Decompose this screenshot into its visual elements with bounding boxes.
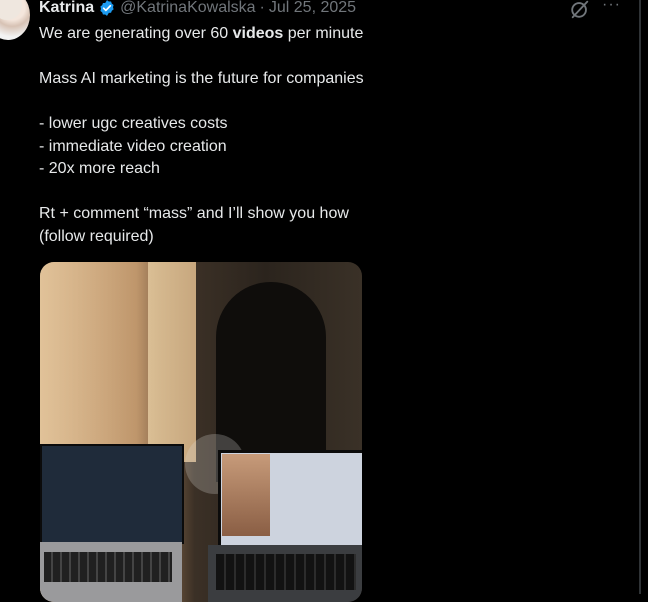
text-line-2: Mass AI marketing is the future for comp… bbox=[39, 70, 364, 87]
text-line-4: - immediate video creation bbox=[39, 137, 227, 155]
text-line-7: (follow required) bbox=[39, 227, 154, 245]
text-line-6: Rt + comment “mass” and I’ll show you ho… bbox=[39, 205, 349, 222]
text-line-1: We are generating over 60 videos per min… bbox=[39, 23, 459, 46]
more-options-icon[interactable]: ··· bbox=[602, 0, 624, 16]
laptop-left-screen bbox=[40, 444, 184, 544]
laptop-right-keyboard bbox=[216, 554, 356, 590]
tweet-date[interactable]: Jul 25, 2025 bbox=[269, 0, 356, 17]
grok-icon[interactable] bbox=[569, 0, 591, 20]
text-line-1-pre: We are generating over 60 bbox=[39, 25, 233, 42]
tweet-header: Katrina @KatrinaKowalska · Jul 25, 2025 bbox=[39, 0, 356, 19]
text-line-1-bold: videos bbox=[232, 25, 284, 42]
laptop-right-face bbox=[222, 454, 270, 536]
header-separator: · bbox=[259, 0, 265, 16]
author-name[interactable]: Katrina bbox=[39, 0, 94, 17]
avatar-hair bbox=[0, 0, 22, 20]
avatar[interactable] bbox=[0, 0, 30, 40]
tweet-video[interactable] bbox=[40, 262, 362, 602]
verified-badge-icon[interactable] bbox=[98, 0, 116, 17]
author-handle[interactable]: @KatrinaKowalska bbox=[120, 0, 255, 17]
text-line-5: - 20x more reach bbox=[39, 160, 160, 177]
tweet-text: We are generating over 60 videos per min… bbox=[39, 23, 459, 248]
text-line-3: - lower ugc creatives costs bbox=[39, 115, 228, 132]
text-line-1-post: per minute bbox=[283, 25, 364, 42]
laptop-left-keyboard bbox=[44, 552, 172, 582]
timeline-border bbox=[639, 0, 641, 594]
